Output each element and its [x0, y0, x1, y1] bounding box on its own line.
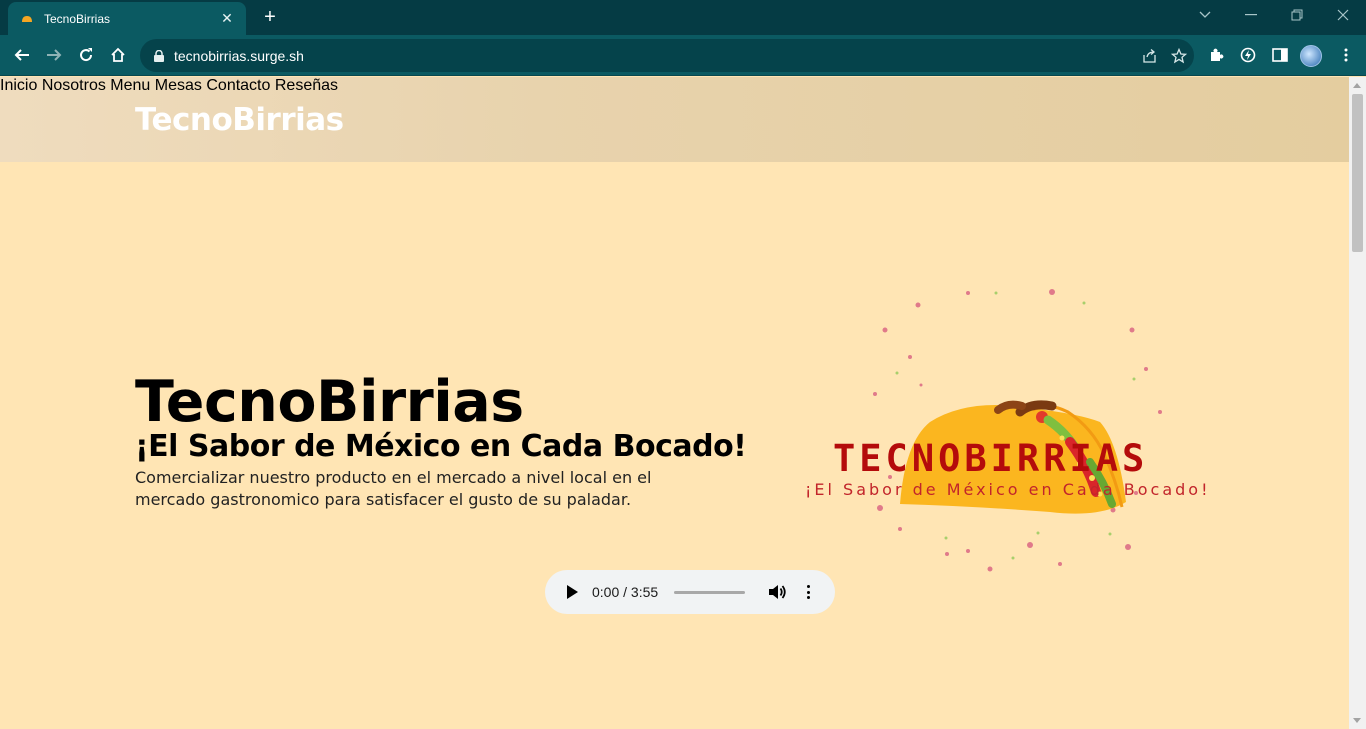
back-arrow-icon[interactable] — [8, 41, 36, 69]
nav-link-nosotros[interactable]: Nosotros — [42, 77, 106, 94]
nav-link-menu[interactable]: Menu — [110, 77, 150, 94]
scroll-down-arrow-icon[interactable] — [1353, 718, 1361, 723]
audio-more-options-icon[interactable] — [803, 582, 813, 602]
nav-link-resenas[interactable]: Reseñas — [275, 77, 338, 94]
browser-toolbar: tecnobirrias.surge.sh — [0, 35, 1366, 76]
bookmark-star-icon[interactable] — [1164, 47, 1194, 64]
close-window-icon[interactable] — [1320, 0, 1366, 30]
audio-seek-slider[interactable] — [674, 591, 745, 594]
scroll-up-arrow-icon[interactable] — [1353, 83, 1361, 88]
audio-player: 0:00 / 3:55 — [545, 570, 835, 614]
dot — [806, 585, 810, 588]
page-viewport: TecnoBirrias Inicio Nosotros Menu Mesas … — [0, 77, 1349, 729]
page-scrollbar[interactable] — [1349, 77, 1366, 729]
new-tab-button[interactable]: + — [258, 5, 282, 29]
audio-time: 0:00 / 3:55 — [592, 584, 659, 600]
hero-title: TecnoBirrias — [135, 369, 524, 435]
url-text[interactable]: tecnobirrias.surge.sh — [174, 48, 1134, 64]
hero-description: Comercializar nuestro producto en el mer… — [135, 468, 652, 509]
browser-tab[interactable]: TecnoBirrias ✕ — [8, 2, 246, 35]
taco-favicon-icon — [20, 12, 34, 26]
dot — [806, 590, 810, 594]
nav-link-contacto[interactable]: Contacto — [206, 77, 270, 94]
nav-link-inicio[interactable]: Inicio — [0, 77, 37, 94]
browser-tab-strip: TecnoBirrias ✕ + — [0, 0, 1366, 35]
play-icon[interactable] — [567, 585, 578, 599]
tab-close-icon[interactable]: ✕ — [218, 10, 236, 28]
home-icon[interactable] — [104, 41, 132, 69]
tab-search-icon[interactable] — [1182, 0, 1228, 30]
address-bar[interactable]: tecnobirrias.surge.sh — [140, 39, 1194, 72]
scrollbar-thumb[interactable] — [1352, 94, 1363, 252]
extensions-puzzle-icon[interactable] — [1202, 41, 1230, 69]
nav-link-mesas[interactable]: Mesas — [155, 77, 202, 94]
dot — [806, 596, 810, 599]
tab-title: TecnoBirrias — [44, 11, 111, 26]
side-panel-icon[interactable] — [1266, 41, 1294, 69]
forward-arrow-icon[interactable] — [40, 41, 68, 69]
lock-icon[interactable] — [154, 49, 164, 62]
browser-menu-icon[interactable] — [1332, 41, 1360, 69]
taco-logo-illustration — [873, 289, 1162, 572]
reload-icon[interactable] — [72, 41, 100, 69]
share-icon[interactable] — [1134, 48, 1164, 63]
minimize-icon[interactable] — [1228, 0, 1274, 30]
volume-icon[interactable] — [767, 582, 787, 602]
profile-avatar[interactable] — [1300, 45, 1322, 67]
extension-icon[interactable] — [1234, 41, 1262, 69]
restore-icon[interactable] — [1274, 0, 1320, 30]
logo-tagline: ¡El Sabor de México en Cada Bocado! — [805, 480, 1211, 499]
site-brand[interactable]: TecnoBirrias — [135, 102, 344, 138]
site-header: TecnoBirrias Inicio Nosotros Menu Mesas … — [0, 77, 1349, 162]
hero-subtitle: ¡El Sabor de México en Cada Bocado! — [135, 429, 747, 464]
logo-wordmark: TECNOBIRRIAS — [833, 437, 1149, 480]
